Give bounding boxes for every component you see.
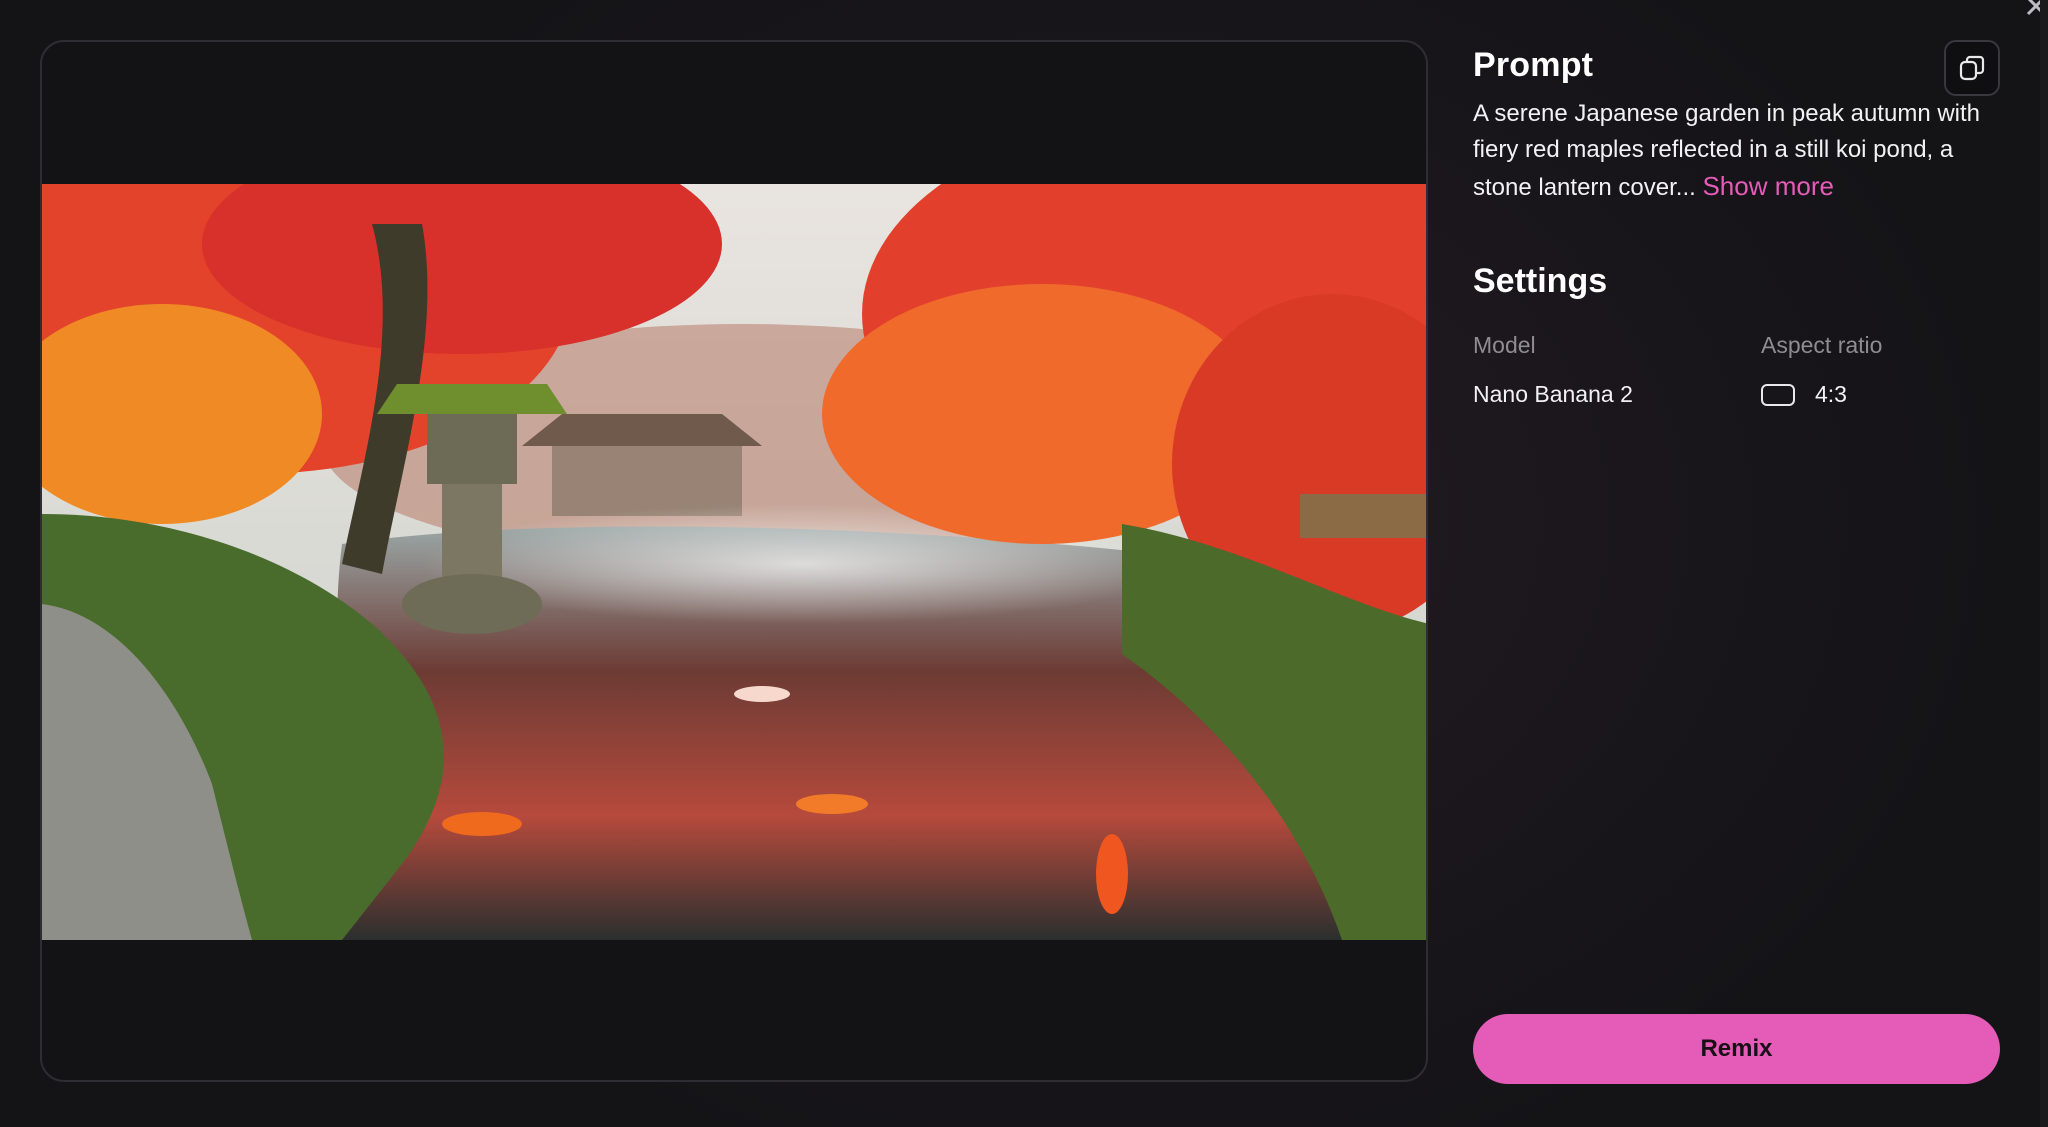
prompt-header: Prompt (1473, 40, 2000, 100)
aspect-ratio-row: 4:3 (1761, 381, 1882, 408)
setting-aspect-ratio: Aspect ratio 4:3 (1761, 332, 1882, 408)
aspect-ratio-icon (1761, 383, 1795, 406)
garden-image-illustration (42, 184, 1426, 940)
model-value: Nano Banana 2 (1473, 381, 1633, 407)
show-more-link[interactable]: Show more (1702, 171, 1834, 201)
media-frame (40, 40, 1428, 1082)
remix-button[interactable]: Remix (1473, 1014, 2000, 1084)
copy-prompt-button[interactable] (1944, 40, 2000, 96)
image-detail-modal: Prompt A serene Japanese garden in peak … (0, 0, 2048, 1127)
generated-image[interactable] (42, 184, 1426, 940)
model-label: Model (1473, 332, 1536, 358)
details-panel: Prompt A serene Japanese garden in peak … (1473, 40, 2000, 407)
copy-icon (1959, 55, 1985, 81)
setting-model: Model Nano Banana 2 (1473, 332, 1633, 408)
aspect-ratio-label: Aspect ratio (1761, 332, 1883, 358)
prompt-title: Prompt (1473, 46, 1594, 84)
prompt-text: A serene Japanese garden in peak autumn … (1473, 96, 2000, 206)
settings-title: Settings (1473, 262, 1608, 300)
page-scrollbar[interactable] (2040, 0, 2048, 1127)
aspect-ratio-value: 4:3 (1815, 381, 1847, 407)
